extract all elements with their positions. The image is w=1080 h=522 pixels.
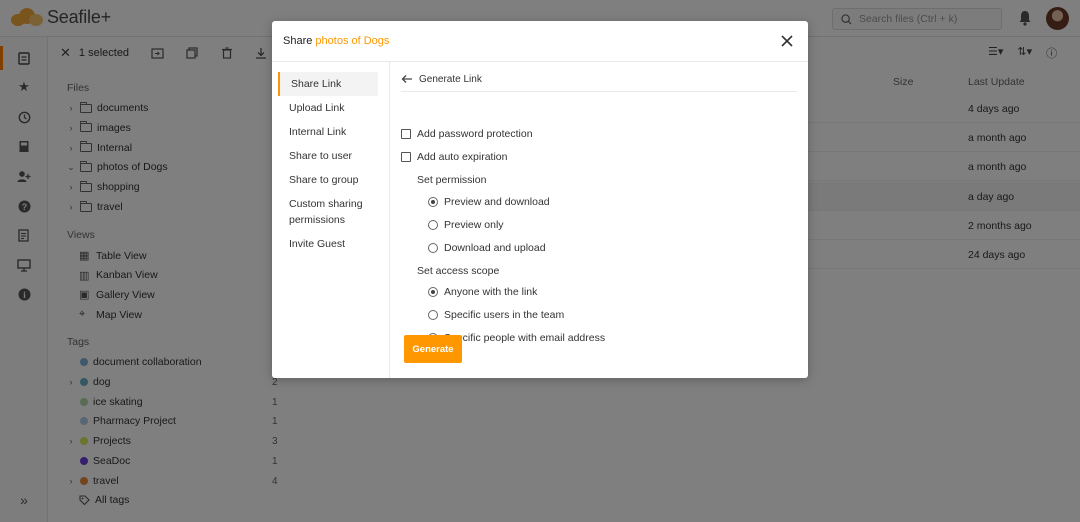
share-nav: Share Link Upload Link Internal Link Sha… — [272, 62, 390, 378]
tab-internal-link[interactable]: Internal Link — [289, 124, 384, 140]
dialog-header: Share photos of Dogs — [272, 21, 808, 62]
permission-option-download-upload[interactable]: Download and upload — [428, 242, 546, 254]
tab-upload-link[interactable]: Upload Link — [289, 100, 384, 116]
expiration-checkbox[interactable] — [401, 152, 411, 162]
permission-radio-0[interactable] — [428, 197, 438, 207]
generate-link-header[interactable]: Generate Link — [401, 73, 797, 92]
auto-expiration-option[interactable]: Add auto expiration — [401, 151, 507, 163]
generate-button[interactable]: Generate — [404, 335, 462, 363]
arrow-left-icon[interactable] — [401, 74, 413, 84]
tab-share-link[interactable]: Share Link — [278, 72, 378, 96]
scope-option-team-users[interactable]: Specific users in the team — [428, 309, 564, 321]
share-dialog: Share photos of Dogs Share Link Upload L… — [272, 21, 808, 378]
tab-invite-guest[interactable]: Invite Guest — [289, 236, 384, 252]
permission-heading: Set permission — [417, 174, 487, 186]
scope-label-1: Specific users in the team — [444, 309, 565, 321]
close-icon[interactable] — [779, 33, 795, 49]
scope-radio-0[interactable] — [428, 287, 438, 297]
permission-radio-2[interactable] — [428, 243, 438, 253]
expiration-label: Add auto expiration — [417, 151, 508, 163]
permission-option-preview-download[interactable]: Preview and download — [428, 196, 550, 208]
password-label: Add password protection — [417, 128, 533, 140]
permission-label-0: Preview and download — [444, 196, 550, 208]
scope-radio-1[interactable] — [428, 310, 438, 320]
dialog-title-prefix: Share — [283, 35, 313, 47]
dialog-title: Share photos of Dogs — [283, 35, 389, 47]
share-link-panel: Generate Link Add password protection Ad… — [390, 62, 808, 378]
password-checkbox[interactable] — [401, 129, 411, 139]
permission-option-preview-only[interactable]: Preview only — [428, 219, 504, 231]
password-protection-option[interactable]: Add password protection — [401, 128, 533, 140]
permission-label-2: Download and upload — [444, 242, 546, 254]
generate-link-title: Generate Link — [419, 73, 482, 85]
permission-label-1: Preview only — [444, 219, 504, 231]
scope-label-2: Specific people with email address — [444, 332, 606, 344]
scope-label-0: Anyone with the link — [444, 286, 538, 298]
scope-option-anyone[interactable]: Anyone with the link — [428, 286, 537, 298]
scope-heading: Set access scope — [417, 265, 500, 277]
tab-share-to-group[interactable]: Share to group — [289, 172, 384, 188]
dialog-title-item: photos of Dogs — [315, 35, 390, 47]
permission-radio-1[interactable] — [428, 220, 438, 230]
tab-custom-sharing-permissions[interactable]: Custom sharing permissions — [289, 196, 384, 228]
tab-share-to-user[interactable]: Share to user — [289, 148, 384, 164]
